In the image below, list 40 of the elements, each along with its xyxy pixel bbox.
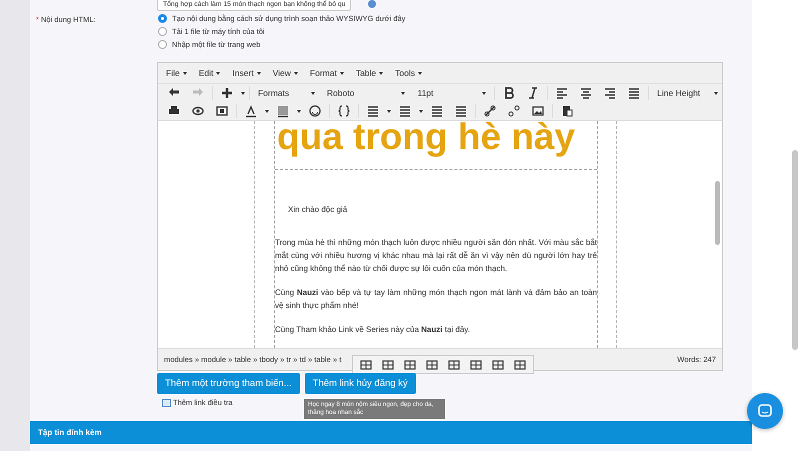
table-icon[interactable]: [359, 358, 373, 372]
menu-item[interactable]: Edit: [194, 66, 224, 80]
paste-icon[interactable]: [560, 104, 574, 118]
menu-item[interactable]: View: [268, 66, 302, 80]
image-icon[interactable]: [531, 104, 545, 118]
align-center-icon[interactable]: [579, 86, 594, 100]
justify-icon[interactable]: [627, 86, 642, 100]
paragraph: Cùng Nauzi vào bếp và tự tay làm những món thạch ngon mát lành và đảm bảo an toàn vệ sinh thực phẩm nhé!: [275, 287, 597, 312]
eye-icon[interactable]: [191, 104, 205, 118]
font-dropdown[interactable]: Roboto: [322, 88, 410, 98]
greeting-text: Xin chào độc giả: [288, 205, 348, 214]
link-icon[interactable]: [483, 104, 497, 118]
plus-icon[interactable]: [220, 86, 234, 100]
align-right-icon[interactable]: [603, 86, 618, 100]
line-height-dropdown[interactable]: Line Height: [653, 88, 722, 98]
chat-icon[interactable]: [757, 403, 773, 419]
menu-item[interactable]: Format: [306, 66, 348, 80]
code-icon[interactable]: [337, 104, 351, 118]
emoji-icon[interactable]: [308, 104, 322, 118]
text-color-icon[interactable]: [244, 104, 258, 118]
paragraph: Trong mùa hè thì những món thạch luôn được nhiều người săn đón nhất. Với màu sắc bắt mắt cùng với nhiều hương vị khác nhau mà lại rất dễ ăn vì vậy nên dù người lớn hay trẻ nhỏ cũng không thể nào từ chối được sự lôi cuốn của món thạch.: [275, 237, 597, 275]
menu-item[interactable]: Table: [352, 66, 388, 80]
scrollbar-thumb[interactable]: [715, 181, 720, 245]
bold-icon[interactable]: [502, 86, 516, 100]
radio-button[interactable]: [158, 40, 167, 49]
heading-text: qua trong hè này: [277, 121, 576, 159]
scrollbar-thumb[interactable]: [792, 150, 798, 350]
radio-button[interactable]: [158, 14, 167, 23]
menu-item[interactable]: File: [162, 66, 191, 80]
formats-dropdown[interactable]: Formats: [254, 88, 319, 98]
action-button[interactable]: Thêm một trường tham biến...: [157, 373, 300, 394]
font-size-dropdown[interactable]: 11pt: [413, 88, 490, 98]
align-left-icon[interactable]: [555, 86, 570, 100]
section-header: Tập tin đính kèm: [30, 421, 752, 444]
paragraph: Cùng Tham khảo Link về Series này của Nauzi tại đây.: [275, 324, 471, 336]
menu-item[interactable]: Insert: [228, 66, 265, 80]
action-button[interactable]: Thêm link hủy đăng ký: [304, 373, 416, 394]
form-icon: [162, 398, 171, 406]
menu-item[interactable]: Tools: [391, 66, 426, 80]
radio-button[interactable]: [158, 27, 167, 36]
